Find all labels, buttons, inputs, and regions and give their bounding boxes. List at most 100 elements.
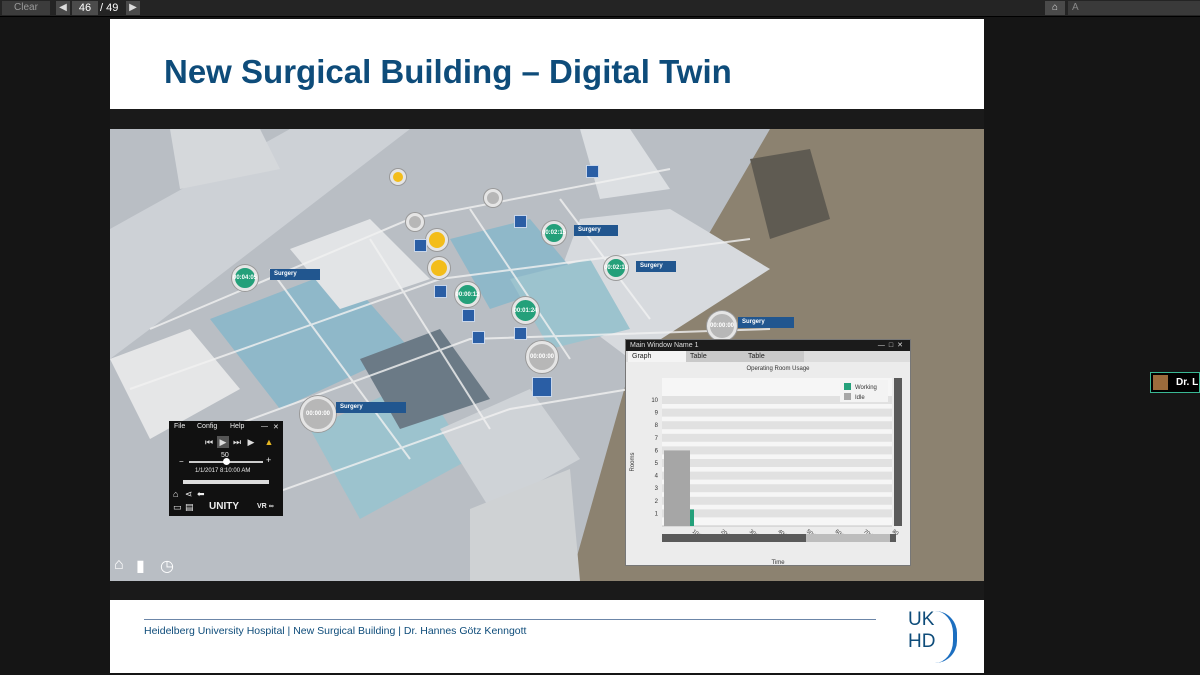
slide-title: New Surgical Building – Digital Twin [164,53,732,90]
grid-band [662,446,892,455]
grid-band [662,459,892,467]
clear-button[interactable]: Clear [2,1,50,15]
home-icon[interactable]: ⌂ [173,489,178,499]
legend-label: Working [855,385,877,391]
minimize-icon[interactable]: — [878,342,889,349]
main-window: Main Window Name 1 —□✕ Graph Table Table… [625,339,911,566]
menu-help[interactable]: Help [230,423,244,430]
search-field[interactable]: A [1068,1,1200,15]
device-cube[interactable] [514,327,527,340]
chart-legend: Working Idle [840,380,888,402]
footer-rule [144,619,876,620]
device-cube[interactable] [414,239,427,252]
speed-slider[interactable] [189,458,263,465]
y-axis-label: Rooms [630,452,636,471]
chart-title: Operating Room Usage [746,366,810,372]
play-icon: ▶ [219,437,227,447]
vr-label[interactable]: VR ∞ [257,503,274,510]
legend-swatch [844,383,851,390]
room-label: Surgery [738,317,794,328]
room-timer-marker[interactable]: 00:00:00 [526,341,558,373]
menu-config[interactable]: Config [197,423,217,430]
device-cube[interactable] [532,377,552,397]
page-number-input[interactable]: 46 [72,1,98,15]
grid-band [662,471,892,480]
grid-band [662,484,892,493]
share-icon[interactable]: ⋖ [185,489,193,500]
tab-graph[interactable]: Graph [628,351,686,362]
slide: New Surgical Building – Digital Twin 00:… [110,19,984,673]
skip-back-icon: ⏮ [204,437,214,447]
time-progress-bar[interactable] [183,480,269,484]
tab-table-1[interactable]: Table [686,351,744,362]
status-marker[interactable] [484,189,502,207]
room-timer-marker[interactable]: 00:02:15 [542,221,566,245]
window-icon[interactable]: ▭ [173,502,182,513]
home-icon[interactable]: ⌂ [114,556,124,574]
skip-forward-button[interactable]: ⏭ [231,436,243,448]
device-cube[interactable] [472,331,485,344]
room-timer-marker[interactable]: 00:00:00 [707,311,737,341]
warning-icon[interactable]: ▲ [263,436,275,448]
speed-plus-icon[interactable]: + [266,455,271,465]
y-tick-label: 10 [651,398,658,404]
bar-idle [664,450,690,526]
list-icon[interactable]: ▤ [185,502,194,513]
grid-band [662,421,892,430]
skip-back-button[interactable]: ⏮ [203,436,215,448]
room-timer-marker[interactable]: 00:00:12 [455,282,480,307]
fast-forward-icon: ▶ [247,437,255,447]
next-slide-button[interactable]: ▶ [126,1,140,15]
speed-minus-icon[interactable]: − [179,457,184,466]
device-cube[interactable] [514,215,527,228]
room-timer-marker[interactable]: 00:01:24 [512,297,539,324]
participant-tile[interactable]: Dr. L [1150,372,1200,393]
tab-table-2[interactable]: Table [744,351,804,362]
device-cube[interactable] [586,165,599,178]
status-marker[interactable] [428,257,450,279]
room-label: Surgery [270,269,320,280]
close-icon[interactable]: ✕ [897,342,907,349]
triangle-right-icon: ▶ [129,2,137,13]
avatar [1153,375,1168,390]
slider-thumb[interactable] [223,458,230,465]
fast-forward-button[interactable]: ▶ [245,436,257,448]
previous-slide-button[interactable]: ◀ [56,1,70,15]
room-label: Surgery [636,261,676,272]
legend-label: Idle [855,395,865,401]
home-button[interactable]: ⌂ [1045,1,1065,15]
participant-name: Dr. L [1176,377,1199,388]
skip-forward-icon: ⏭ [232,437,242,447]
y-tick-label: 9 [655,411,659,417]
room-timer-marker[interactable]: 00:04:05 [232,265,258,291]
room-timer-marker[interactable]: 00:00:00 [300,396,336,432]
status-marker[interactable] [406,213,424,231]
y-tick-label: 3 [655,486,659,492]
simulation-datetime: 1/1/2017 8:10:00 AM [195,468,251,474]
page-total: / 49 [100,2,119,14]
play-button[interactable]: ▶ [217,436,229,448]
stopwatch-icon[interactable]: ◷ [160,556,174,576]
operating-room-usage-chart: Operating Room Usage Rooms Time 1 2 3 4 5 6 7 8… [630,366,902,566]
logo-arc [935,611,957,663]
digital-twin-view[interactable]: 00:04:05 Surgery 00:00:12 00:01:24 00:02… [110,129,984,581]
grid-band [662,433,892,442]
triangle-left-icon: ◀ [59,2,67,13]
status-marker[interactable] [390,169,406,185]
close-icon[interactable]: ✕ [273,423,279,431]
vr-goggles-icon: ∞ [268,503,274,510]
unity-control-panel: File Config Help — ✕ ⏮ ▶ ⏭ ▶ ▲ 50 − + 1/… [169,421,283,516]
window-titlebar[interactable]: Main Window Name 1 —□✕ [626,340,910,351]
back-arrow-icon[interactable]: ⬅ [197,489,205,500]
device-cube[interactable] [462,309,475,322]
device-cube[interactable] [434,285,447,298]
window-title: Main Window Name 1 [630,342,699,349]
title-band: New Surgical Building – Digital Twin [110,19,984,109]
minimize-icon[interactable]: — [261,423,268,430]
status-marker[interactable] [426,229,448,251]
room-timer-marker[interactable]: 00:02:18 [604,256,628,280]
menu-file[interactable]: File [174,423,185,430]
maximize-icon[interactable]: □ [889,342,897,349]
y-tick-label: 7 [655,436,659,442]
bar-chart-icon[interactable]: ▮ [136,556,145,576]
